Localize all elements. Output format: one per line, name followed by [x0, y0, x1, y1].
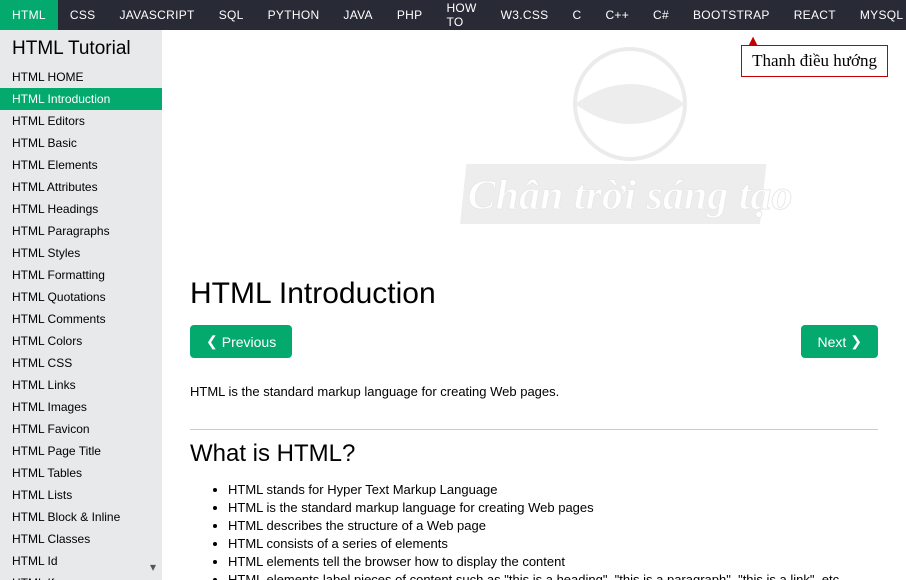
list-item: HTML describes the structure of a Web pa… [228, 518, 878, 533]
list-item: HTML elements tell the browser how to di… [228, 554, 878, 569]
sidebar-item[interactable]: HTML Attributes [0, 176, 162, 198]
list-item: HTML elements label pieces of content su… [228, 572, 878, 580]
sidebar-item[interactable]: HTML Basic [0, 132, 162, 154]
sidebar-item[interactable]: HTML Block & Inline [0, 506, 162, 528]
sidebar-item[interactable]: HTML Introduction [0, 88, 162, 110]
sidebar-item[interactable]: HTML Favicon [0, 418, 162, 440]
topnav-item-w3css[interactable]: W3.CSS [489, 0, 561, 30]
top-nav: HTMLCSSJAVASCRIPTSQLPYTHONJAVAPHPHOW TOW… [0, 0, 906, 30]
list-item: HTML consists of a series of elements [228, 536, 878, 551]
list-item: HTML stands for Hyper Text Markup Langua… [228, 482, 878, 497]
topnav-item-php[interactable]: PHP [385, 0, 435, 30]
topnav-item-javascript[interactable]: JAVASCRIPT [107, 0, 206, 30]
sidebar-item[interactable]: HTML Iframes [0, 572, 162, 580]
sidebar-item[interactable]: HTML Editors [0, 110, 162, 132]
next-button[interactable]: Next ❯ [801, 325, 878, 358]
sidebar-item[interactable]: HTML Colors [0, 330, 162, 352]
topnav-item-c[interactable]: C [560, 0, 593, 30]
topnav-item-react[interactable]: REACT [782, 0, 848, 30]
topnav-item-bootstrap[interactable]: BOOTSTRAP [681, 0, 782, 30]
sidebar-item[interactable]: HTML Quotations [0, 286, 162, 308]
sidebar-item[interactable]: HTML Links [0, 374, 162, 396]
main-content: Chân trời sáng tạo HTML Introduction ❮ P… [162, 30, 906, 580]
topnav-item-mysql[interactable]: MYSQL [848, 0, 906, 30]
previous-button[interactable]: ❮ Previous [190, 325, 292, 358]
topnav-item-html[interactable]: HTML [0, 0, 58, 30]
section-heading: What is HTML? [190, 440, 878, 468]
sidebar-item[interactable]: HTML Page Title [0, 440, 162, 462]
topnav-item-python[interactable]: PYTHON [256, 0, 332, 30]
sidebar: HTML Tutorial HTML HOMEHTML Introduction… [0, 30, 162, 580]
page-title: HTML Introduction [190, 277, 878, 311]
topnav-item-c[interactable]: C# [641, 0, 681, 30]
topnav-item-css[interactable]: CSS [58, 0, 108, 30]
chevron-left-icon: ❮ [206, 333, 218, 350]
next-label: Next [817, 334, 846, 350]
list-item: HTML is the standard markup language for… [228, 500, 878, 515]
sidebar-item[interactable]: HTML Styles [0, 242, 162, 264]
topnav-item-java[interactable]: JAVA [331, 0, 384, 30]
sidebar-item[interactable]: HTML Formatting [0, 264, 162, 286]
previous-label: Previous [222, 334, 276, 350]
sidebar-title: HTML Tutorial [0, 30, 162, 66]
bullet-list: HTML stands for Hyper Text Markup Langua… [190, 482, 878, 580]
sidebar-item[interactable]: HTML Headings [0, 198, 162, 220]
topnav-item-howto[interactable]: HOW TO [434, 0, 488, 30]
sidebar-item[interactable]: HTML Lists [0, 484, 162, 506]
topnav-item-sql[interactable]: SQL [207, 0, 256, 30]
sidebar-item[interactable]: HTML Paragraphs [0, 220, 162, 242]
sidebar-item[interactable]: HTML CSS [0, 352, 162, 374]
svg-text:Chân trời sáng tạo: Chân trời sáng tạo [468, 173, 793, 219]
sidebar-item[interactable]: HTML HOME [0, 66, 162, 88]
sidebar-item[interactable]: HTML Elements [0, 154, 162, 176]
intro-text: HTML is the standard markup language for… [190, 384, 878, 399]
sidebar-item[interactable]: HTML Id [0, 550, 162, 572]
chevron-right-icon: ❯ [850, 333, 862, 350]
sidebar-item[interactable]: HTML Tables [0, 462, 162, 484]
sidebar-item[interactable]: HTML Images [0, 396, 162, 418]
callout-label: Thanh điều hướng [741, 45, 888, 77]
sidebar-item[interactable]: HTML Classes [0, 528, 162, 550]
chevron-down-icon[interactable]: ▾ [150, 560, 156, 574]
topnav-item-c[interactable]: C++ [593, 0, 641, 30]
sidebar-item[interactable]: HTML Comments [0, 308, 162, 330]
